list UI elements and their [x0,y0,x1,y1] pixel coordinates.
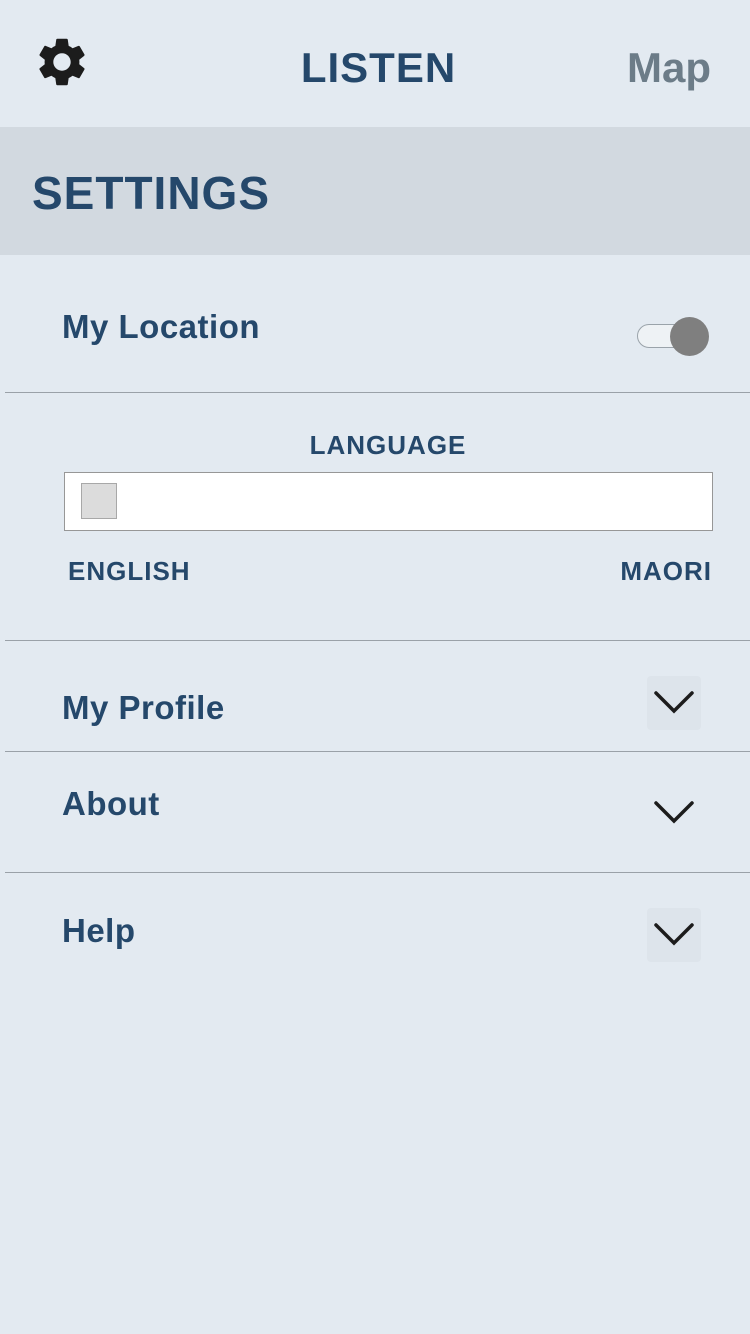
language-slider[interactable] [64,472,713,531]
slider-thumb[interactable] [81,483,117,519]
divider [5,640,750,641]
divider [5,751,750,752]
my-profile-label[interactable]: My Profile [62,689,225,727]
help-label[interactable]: Help [62,912,136,950]
settings-title: SETTINGS [32,167,271,219]
chevron-down-icon[interactable] [647,786,701,840]
top-bar: LISTEN Map [0,0,750,127]
divider [5,392,750,393]
divider [5,872,750,873]
language-option-maori: MAORI [620,556,712,586]
map-link[interactable]: Map [627,44,711,92]
language-option-english: ENGLISH [68,556,191,586]
my-location-label: My Location [62,308,261,345]
language-heading: LANGUAGE [309,430,467,460]
chevron-down-icon[interactable] [647,908,701,962]
toggle-knob [670,317,709,356]
about-label[interactable]: About [62,785,160,823]
chevron-down-icon[interactable] [647,676,701,730]
location-toggle[interactable] [636,316,712,358]
